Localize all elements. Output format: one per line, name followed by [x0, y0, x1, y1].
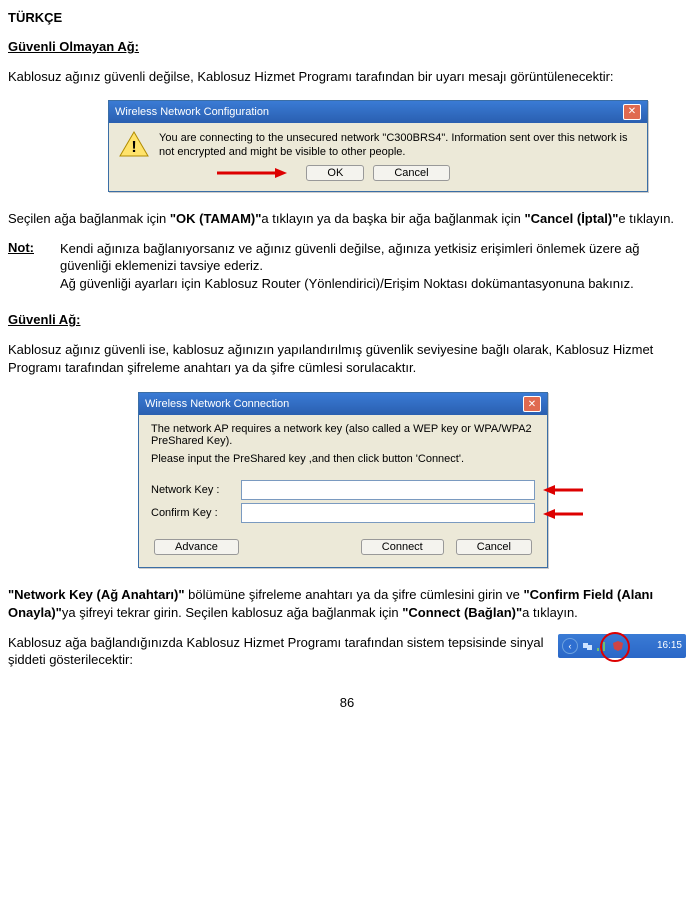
ok-button[interactable]: OK [306, 165, 364, 181]
connect-bold: "Connect (Bağlan)" [402, 605, 522, 620]
dialog-warning-message: You are connecting to the unsecured netw… [159, 131, 637, 160]
systray-text: Kablosuz ağa bağlandığınızda Kablosuz Hi… [8, 634, 548, 669]
connect-button[interactable]: Connect [361, 539, 444, 555]
confirm-key-label: Confirm Key : [151, 507, 241, 519]
dialog-title-text: Wireless Network Connection [145, 398, 289, 410]
tray-expand-icon[interactable]: ‹ [562, 638, 578, 654]
cancel-bold-span: "Cancel (İptal)" [524, 211, 618, 226]
systray-block: Kablosuz ağa bağlandığınızda Kablosuz Hi… [8, 634, 686, 669]
cancel-button[interactable]: Cancel [456, 539, 532, 555]
secured-network-header: Güvenli Ağ: [8, 312, 686, 327]
note-text-2: Ağ güvenliği ayarları için Kablosuz Rout… [60, 276, 634, 291]
close-icon[interactable]: ✕ [523, 396, 541, 412]
warning-icon: ! [119, 131, 149, 157]
advance-button[interactable]: Advance [154, 539, 239, 555]
network-key-dialog: Wireless Network Connection ✕ The networ… [138, 392, 548, 568]
note-block: Not: Kendi ağınıza bağlanıyorsanız ve ağ… [8, 240, 686, 293]
note-text-1: Kendi ağınıza bağlanıyorsanız ve ağınız … [60, 241, 640, 274]
post-dialog2-paragraph: "Network Key (Ağ Anahtarı)" bölümüne şif… [8, 586, 686, 621]
dialog-titlebar: Wireless Network Configuration ✕ [109, 101, 647, 123]
red-arrow-icon [217, 167, 287, 182]
red-highlight-circle [600, 632, 630, 662]
taskbar: ‹ 16:15 [558, 634, 686, 658]
secured-intro-paragraph: Kablosuz ağınız güvenli ise, kablosuz ağ… [8, 341, 686, 376]
network-icon[interactable] [582, 640, 594, 652]
taskbar-time: 16:15 [657, 640, 682, 651]
text-span: a tıklayın ya da başka bir ağa bağlanmak… [261, 211, 524, 226]
svg-text:!: ! [131, 139, 136, 156]
text-span: a tıklayın. [522, 605, 578, 620]
note-body: Kendi ağınıza bağlanıyorsanız ve ağınız … [60, 240, 686, 293]
dialog-title-text: Wireless Network Configuration [115, 106, 269, 118]
cancel-button[interactable]: Cancel [373, 165, 449, 181]
dialog-instruction-2: Please input the PreShared key ,and then… [151, 453, 535, 465]
page-number: 86 [8, 695, 686, 710]
red-arrow-icon [543, 484, 583, 499]
text-span: Seçilen ağa bağlanmak için [8, 211, 170, 226]
unsecured-network-header: Güvenli Olmayan Ağ: [8, 39, 686, 54]
text-span: e tıklayın. [618, 211, 674, 226]
network-key-label: Network Key : [151, 484, 241, 496]
dialog-titlebar: Wireless Network Connection ✕ [139, 393, 547, 415]
ok-bold-span: "OK (TAMAM)" [170, 211, 262, 226]
note-label: Not: [8, 240, 60, 293]
network-key-input[interactable] [241, 480, 535, 500]
close-icon[interactable]: ✕ [623, 104, 641, 120]
confirm-key-input[interactable] [241, 503, 535, 523]
post-dialog-paragraph: Seçilen ağa bağlanmak için "OK (TAMAM)"a… [8, 210, 686, 228]
red-arrow-icon [543, 508, 583, 523]
text-span: ya şifreyi tekrar girin. Seçilen kablosu… [62, 605, 402, 620]
dialog-instruction-1: The network AP requires a network key (a… [151, 423, 535, 447]
unsecured-intro-paragraph: Kablosuz ağınız güvenli değilse, Kablosu… [8, 68, 686, 86]
warning-dialog: Wireless Network Configuration ✕ ! You a… [108, 100, 648, 193]
text-span: bölümüne şifreleme anahtarı ya da şifre … [185, 587, 524, 602]
language-label: TÜRKÇE [8, 10, 686, 25]
network-key-bold: "Network Key (Ağ Anahtarı)" [8, 587, 185, 602]
